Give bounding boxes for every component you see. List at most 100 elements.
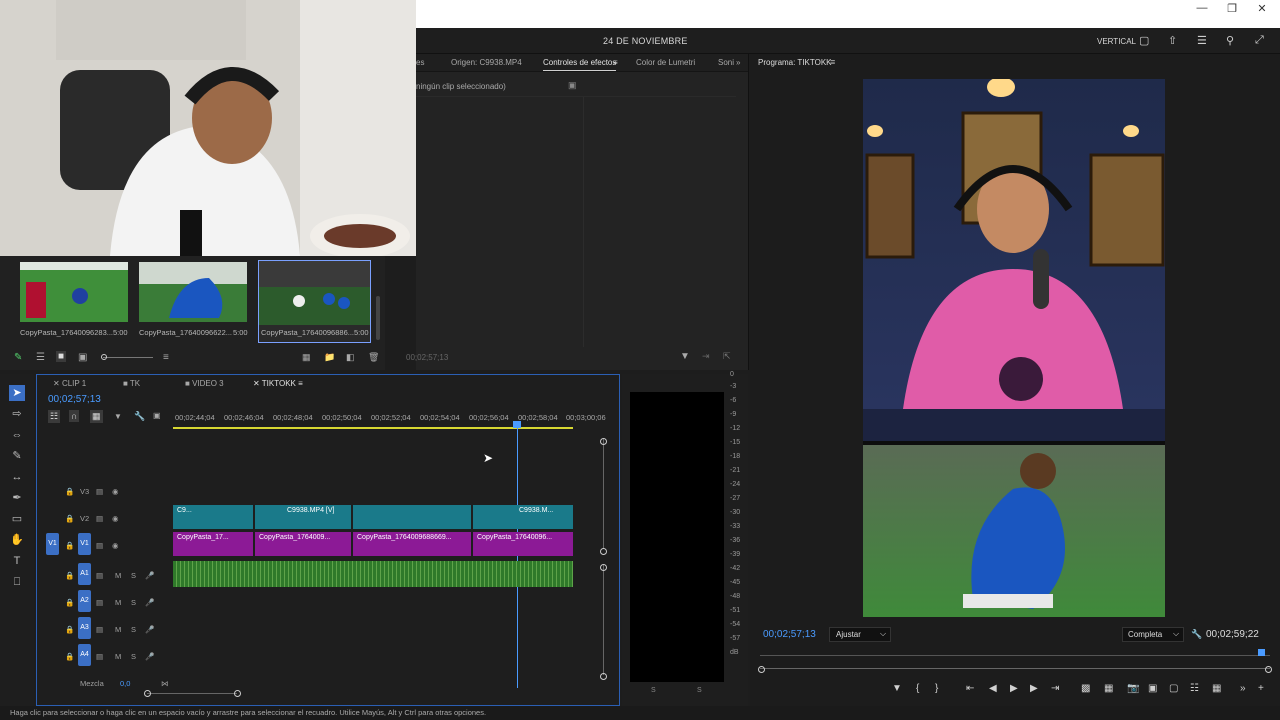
mic-icon[interactable]: 🎤 <box>145 652 154 661</box>
selection-tool-icon[interactable]: ➤ <box>9 385 25 401</box>
pen-icon[interactable]: ✒ <box>9 490 25 506</box>
clip-thumbnail[interactable] <box>139 262 247 322</box>
zoom-handle-right[interactable] <box>234 690 241 697</box>
nest-icon[interactable]: ☷ <box>48 410 61 423</box>
mark-in-icon[interactable]: { <box>916 683 919 694</box>
meter-channel-label[interactable]: S <box>651 687 656 694</box>
quality-select[interactable]: Completa ⌵ <box>1122 627 1184 642</box>
zoom-handle-left[interactable] <box>144 690 151 697</box>
mix-toggle-icon[interactable]: ⋈ <box>161 679 169 688</box>
pencil-icon[interactable]: ✎ <box>14 352 22 363</box>
zoom-scroll-track[interactable] <box>147 693 237 694</box>
zoom-slider-handle[interactable] <box>101 354 107 360</box>
mute-button[interactable]: M <box>115 625 121 634</box>
ripple-edit-icon[interactable]: ⇔ <box>9 427 25 443</box>
fullscreen-icon[interactable]: ⤢ <box>1255 34 1264 47</box>
vr-icon[interactable]: ▦ <box>1212 683 1221 694</box>
timeline-clip[interactable]: C9938.MP4 [V] <box>283 505 351 529</box>
close-icon[interactable]: ✕ <box>1252 2 1272 15</box>
linked-select-icon[interactable]: ▦ <box>90 410 103 423</box>
solo-button[interactable]: S <box>131 598 136 607</box>
scrub-bar[interactable] <box>760 668 1270 669</box>
minimize-icon[interactable]: — <box>1192 2 1212 14</box>
camera-icon[interactable]: 📷 <box>1127 683 1139 694</box>
type-icon[interactable]: T <box>9 553 25 569</box>
timeline-clip[interactable] <box>473 505 515 529</box>
more-controls-icon[interactable]: » <box>1240 683 1246 694</box>
eye-icon[interactable]: ◉ <box>112 487 119 496</box>
track-target-a1[interactable]: A1 <box>78 563 91 585</box>
timeline-clip[interactable]: CopyPasta_1764009688669... <box>353 532 471 556</box>
video-scroll-handle-bottom[interactable] <box>600 548 607 555</box>
filter-icon[interactable]: ▼ <box>680 351 690 362</box>
sync-icon[interactable]: ▤ <box>96 571 103 580</box>
track-target-a2[interactable]: A2 <box>78 590 91 612</box>
razor-icon[interactable]: ✎ <box>9 448 25 464</box>
lock-icon[interactable]: 🔒 <box>65 514 74 523</box>
sync-icon[interactable]: ▤ <box>96 514 103 523</box>
clip-thumbnail[interactable] <box>20 262 128 322</box>
mix-value[interactable]: 0,0 <box>120 679 130 688</box>
timeline-clip[interactable]: CopyPasta_1764009... <box>255 532 351 556</box>
mic-icon[interactable]: 🎤 <box>145 598 154 607</box>
track-target-a3[interactable]: A3 <box>78 617 91 639</box>
tab-origen[interactable]: Origen: C9938.MP4 <box>451 58 522 67</box>
more-tabs-icon[interactable]: » <box>736 58 740 67</box>
wrench-icon[interactable]: 🔧 <box>134 411 145 422</box>
video-scroll-handle-top[interactable] <box>600 438 607 445</box>
grid-icon[interactable]: ☷ <box>1190 683 1199 694</box>
scrub-handle-left[interactable] <box>758 666 765 673</box>
step-back-icon[interactable]: ◀ <box>989 683 997 694</box>
mic-icon[interactable]: 🎤 <box>145 625 154 634</box>
program-menu-icon[interactable]: ≡ <box>830 57 835 67</box>
rectangle-icon[interactable]: ▭ <box>9 511 25 527</box>
playhead-head[interactable] <box>513 421 521 428</box>
lock-icon[interactable]: 🔒 <box>65 541 74 550</box>
tab-menu-icon[interactable]: ≡ <box>613 58 618 67</box>
go-to-out-icon[interactable]: ⇥ <box>1051 683 1059 694</box>
eye-icon[interactable]: ◉ <box>112 514 119 523</box>
seq-tab-video3[interactable]: ■ VIDEO 3 <box>185 379 224 388</box>
timeline-timecode[interactable]: 00;02;57;13 <box>48 394 101 405</box>
sync-icon[interactable]: ▤ <box>96 487 103 496</box>
settings-wrench-icon[interactable]: 🔧 <box>1191 629 1202 640</box>
mute-button[interactable]: M <box>115 652 121 661</box>
track-target-a4[interactable]: A4 <box>78 644 91 666</box>
eye-icon[interactable]: ◉ <box>112 541 119 550</box>
mute-button[interactable]: M <box>115 571 121 580</box>
timeline-clip[interactable]: C9938.M... <box>515 505 573 529</box>
caption-icon[interactable]: ⎕ <box>9 574 25 590</box>
lift-icon[interactable]: ▩ <box>1081 683 1090 694</box>
lock-icon[interactable]: 🔒 <box>65 652 74 661</box>
tab-sonido[interactable]: Soni <box>718 58 734 67</box>
new-item-icon[interactable]: ◧ <box>346 352 355 363</box>
playhead-marker[interactable] <box>1258 649 1265 656</box>
lock-icon[interactable]: 🔒 <box>65 571 74 580</box>
audio-scroll-handle-bottom[interactable] <box>600 673 607 680</box>
program-current-timecode[interactable]: 00;02;57;13 <box>763 629 816 640</box>
lock-icon[interactable]: 🔒 <box>65 598 74 607</box>
search-icon[interactable]: ⚲ <box>1226 34 1234 47</box>
tab-lumetri[interactable]: Color de Lumetri <box>636 58 695 67</box>
snap-icon[interactable]: ∩ <box>69 410 80 422</box>
freeform-view-icon[interactable]: ▣ <box>78 352 87 363</box>
trash-icon[interactable]: 🗑 <box>368 352 379 363</box>
tab-controles-efectos[interactable]: Controles de efectos <box>543 58 617 71</box>
timeline-clip[interactable]: CopyPasta_17640096... <box>473 532 573 556</box>
meter-channel-label[interactable]: S <box>697 687 702 694</box>
bin-scrollbar[interactable] <box>376 296 380 340</box>
go-to-in-icon[interactable]: ⇤ <box>966 683 974 694</box>
icon-view-icon[interactable]: ■ <box>56 351 67 362</box>
restore-icon[interactable]: ❐ <box>1222 2 1242 15</box>
sort-icon[interactable]: ≡ <box>163 352 169 363</box>
source-v1-badge[interactable]: V1 <box>46 533 59 555</box>
menu-icon[interactable]: ☰ <box>1197 34 1207 47</box>
fit-select[interactable]: Ajustar ⌵ <box>829 627 891 642</box>
add-marker-icon[interactable]: ▼ <box>892 683 902 694</box>
panel-toggle-icon[interactable]: ▣ <box>568 80 577 91</box>
sync-icon[interactable]: ▤ <box>96 541 103 550</box>
captions-icon[interactable]: ▣ <box>153 411 161 420</box>
mark-out-icon[interactable]: } <box>935 683 938 694</box>
seq-tab-tiktokk[interactable]: ✕ TIKTOKK ≡ <box>253 379 303 388</box>
export-icon[interactable]: ⇱ <box>723 351 731 362</box>
